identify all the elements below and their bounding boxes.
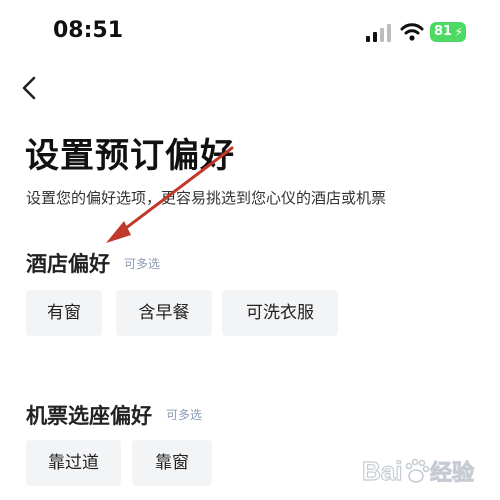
chevron-left-icon: [22, 76, 36, 100]
status-icons: 81 ⚡: [366, 20, 466, 46]
hotel-option-breakfast[interactable]: 含早餐: [116, 290, 212, 336]
wifi-icon: [400, 23, 424, 41]
svg-text:经验: 经验: [430, 460, 474, 486]
battery-icon: 81 ⚡: [430, 22, 466, 42]
baidu-jingyan-watermark: Bai 经验: [361, 455, 474, 486]
seat-option-aisle[interactable]: 靠过道: [26, 440, 121, 486]
svg-text:Bai: Bai: [362, 456, 402, 486]
page-subtitle: 设置您的偏好选项，更容易挑选到您心仪的酒店或机票: [26, 189, 387, 207]
seat-option-window[interactable]: 靠窗: [132, 440, 212, 486]
signal-icon: [366, 24, 391, 42]
hotel-option-laundry[interactable]: 可洗衣服: [222, 290, 338, 336]
flight-multi-select-hint: 可多选: [166, 408, 203, 422]
battery-level: 81: [434, 24, 453, 39]
hotel-multi-select-hint: 可多选: [124, 257, 161, 271]
status-time: 08:51: [53, 18, 124, 43]
flight-section-title: 机票选座偏好: [26, 404, 152, 428]
hotel-option-window[interactable]: 有窗: [26, 290, 102, 336]
status-bar: 08:51 81 ⚡: [0, 0, 500, 64]
hotel-section-title: 酒店偏好: [26, 252, 110, 276]
page-title: 设置预订偏好: [25, 136, 235, 176]
back-button[interactable]: [16, 72, 44, 104]
bolt-icon: ⚡: [454, 25, 463, 39]
